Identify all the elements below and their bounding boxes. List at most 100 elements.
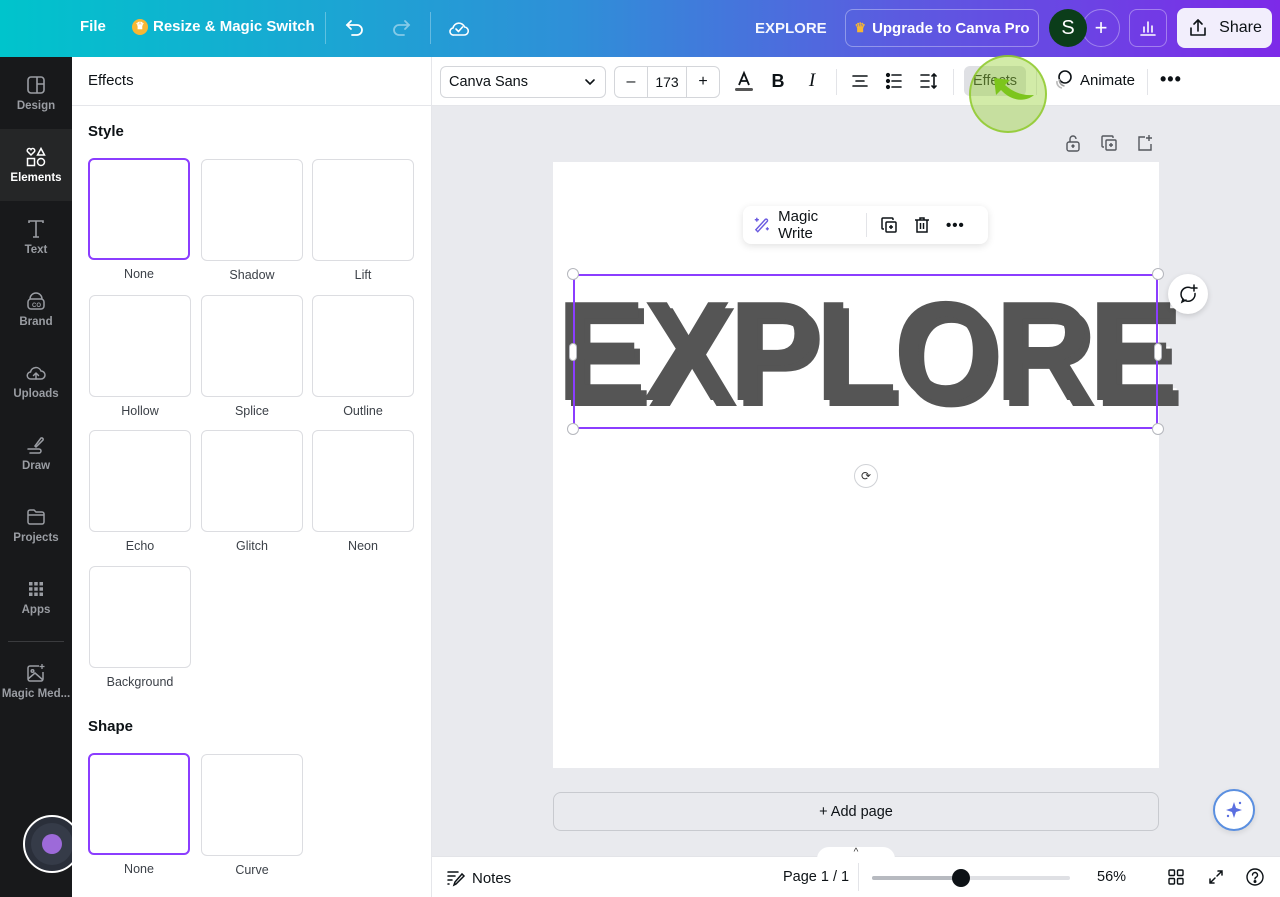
insights-button[interactable] (1129, 9, 1167, 47)
effect-option-lift[interactable]: Lift (312, 159, 414, 282)
effect-label: Background (106, 675, 174, 689)
resize-handle-right[interactable] (1154, 343, 1162, 361)
sidebar-item-draw[interactable]: Draw (0, 417, 72, 489)
effect-label: Lift (354, 268, 372, 282)
add-comment-icon[interactable] (1168, 274, 1208, 314)
more-icon[interactable]: ••• (945, 214, 966, 236)
element-floating-toolbar: Magic Write ••• (743, 206, 988, 244)
upgrade-button[interactable]: ♛ Upgrade to Canva Pro (845, 9, 1039, 47)
sidebar-item-text[interactable]: Text (0, 201, 72, 273)
add-page-button[interactable]: + Add page (553, 792, 1159, 831)
help-icon[interactable] (1245, 867, 1265, 887)
share-label: Share (1219, 19, 1262, 36)
effect-thumbnail (201, 295, 303, 397)
resize-handle-bottom-left[interactable] (567, 423, 579, 435)
magic-write-button[interactable]: Magic Write (753, 208, 854, 242)
add-people-button[interactable]: + (1082, 9, 1120, 47)
text-color-icon[interactable] (732, 69, 756, 93)
effect-option-background[interactable]: Background (89, 566, 191, 689)
effect-thumbnail (88, 158, 190, 260)
sidebar-item-uploads[interactable]: Uploads (0, 345, 72, 417)
bold-icon[interactable]: B (766, 69, 790, 93)
magic-media-icon (27, 664, 45, 682)
effect-option-glitch[interactable]: Glitch (201, 430, 303, 553)
cloud-saved-icon[interactable] (447, 16, 471, 40)
design-title[interactable]: EXPLORE (755, 20, 827, 37)
fullscreen-icon[interactable] (1206, 867, 1226, 887)
animate-button[interactable]: Animate (1052, 69, 1135, 91)
effect-thumbnail (89, 430, 191, 532)
zoom-slider-thumb[interactable] (952, 869, 971, 887)
redo-icon[interactable] (389, 16, 413, 40)
undo-icon[interactable] (343, 16, 367, 40)
effect-thumbnail (89, 566, 191, 668)
rail-divider (8, 641, 64, 642)
animate-icon (1056, 70, 1072, 89)
layout-icon (27, 76, 45, 94)
sidebar-label: Projects (13, 532, 59, 544)
resize-magic-switch-button[interactable]: ♛ Resize & Magic Switch (132, 18, 315, 35)
resize-handle-bottom-right[interactable] (1152, 423, 1164, 435)
spacing-icon[interactable] (917, 69, 941, 93)
hamburger-menu-icon[interactable] (25, 18, 47, 38)
text-toolbar: Canva Sans – 173 + B I Effects Animate •… (432, 57, 1280, 106)
effect-option-hollow[interactable]: Hollow (89, 295, 191, 418)
more-options-button[interactable]: ••• (1160, 69, 1182, 90)
chevron-down-icon (585, 79, 595, 86)
magic-assistant-button[interactable] (1213, 789, 1255, 831)
font-family-dropdown[interactable]: Canva Sans (440, 66, 606, 98)
shape-option-curve[interactable]: Curve (201, 754, 303, 877)
share-button[interactable]: Share (1177, 8, 1272, 48)
align-center-icon[interactable] (848, 69, 872, 93)
divider (1147, 69, 1148, 95)
effect-option-neon[interactable]: Neon (312, 430, 414, 553)
grid-view-icon[interactable] (1166, 867, 1186, 887)
show-pages-toggle[interactable]: ^ (817, 847, 895, 859)
effect-option-splice[interactable]: Splice (201, 295, 303, 418)
sidebar-item-magic-media[interactable]: Magic Med... (0, 645, 72, 717)
sidebar-label: Uploads (13, 388, 59, 400)
effect-option-shadow[interactable]: Shadow (201, 159, 303, 282)
sidebar-item-projects[interactable]: Projects (0, 489, 72, 561)
sidebar-item-apps[interactable]: Apps (0, 561, 72, 633)
duplicate-icon[interactable] (879, 214, 900, 236)
font-size-input[interactable]: 173 (647, 67, 687, 97)
resize-handle-left[interactable] (569, 343, 577, 361)
shape-label: Curve (235, 863, 269, 877)
effect-option-none[interactable]: None (88, 158, 190, 281)
sidebar-item-brand[interactable]: CO Brand (0, 273, 72, 345)
effect-label: Shadow (229, 268, 275, 282)
sidebar-item-elements[interactable]: Elements (0, 129, 72, 201)
sidebar-item-design[interactable]: Design (0, 57, 72, 129)
sidebar-label: Apps (21, 604, 51, 616)
zoom-slider[interactable] (872, 869, 1070, 887)
italic-icon[interactable]: I (800, 69, 824, 93)
trash-icon[interactable] (912, 214, 933, 236)
decrease-font-size-button[interactable]: – (615, 73, 647, 91)
avatar[interactable]: S (1049, 9, 1087, 47)
rotate-icon[interactable]: ⟳ (854, 464, 878, 488)
notes-label: Notes (472, 869, 512, 887)
grid-icon (29, 582, 43, 596)
file-menu-button[interactable]: File (80, 18, 106, 35)
add-page-icon[interactable] (1135, 133, 1155, 153)
zoom-level[interactable]: 56% (1097, 869, 1126, 885)
lock-icon[interactable] (1063, 133, 1083, 153)
bullet-list-icon[interactable] (882, 69, 906, 93)
page-indicator[interactable]: Page 1 / 1 (783, 869, 849, 885)
increase-font-size-button[interactable]: + (687, 73, 719, 91)
effect-thumbnail (89, 295, 191, 397)
notes-button[interactable]: Notes (446, 868, 511, 888)
resize-handle-top-left[interactable] (567, 268, 579, 280)
sidebar-label: Elements (10, 172, 62, 184)
duplicate-page-icon[interactable] (1099, 133, 1119, 153)
shape-section-title: Shape (88, 718, 134, 735)
effect-option-echo[interactable]: Echo (89, 430, 191, 553)
shape-option-none[interactable]: None (88, 753, 190, 876)
effect-option-outline[interactable]: Outline (312, 295, 414, 418)
text-icon (28, 220, 44, 238)
design-page[interactable] (553, 162, 1159, 768)
shape-label: None (124, 862, 154, 876)
divider (858, 863, 859, 891)
resize-handle-top-right[interactable] (1152, 268, 1164, 280)
